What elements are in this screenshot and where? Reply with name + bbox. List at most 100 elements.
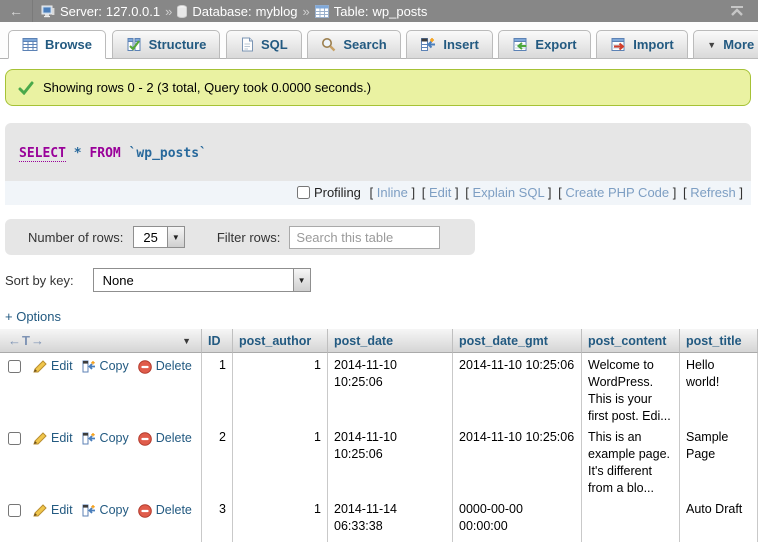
row-checkbox[interactable] <box>8 504 21 517</box>
breadcrumb-database[interactable]: Database: myblog <box>192 4 297 19</box>
cell-post-date-gmt: 2014-11-10 10:25:06 <box>453 425 582 497</box>
cell-post-date: 2014-11-14 06:33:38 <box>328 497 453 542</box>
profiling-label: Profiling <box>314 185 361 200</box>
breadcrumb-table[interactable]: Table: wp_posts <box>334 4 428 19</box>
tab-insert[interactable]: Insert <box>406 30 492 59</box>
cell-post-title: Hello world! <box>680 353 758 425</box>
cell-id: 3 <box>202 497 233 542</box>
back-arrow-icon[interactable]: ← <box>0 0 33 22</box>
copy-row-link[interactable]: Copy <box>82 502 129 519</box>
filter-rows-input[interactable] <box>289 226 440 249</box>
edit-row-link[interactable]: Edit <box>33 358 73 375</box>
cell-post-date-gmt: 0000-00-00 00:00:00 <box>453 497 582 542</box>
num-rows-select[interactable]: 25 ▼ <box>133 226 184 248</box>
insert-icon <box>420 37 436 52</box>
cell-post-author: 1 <box>233 353 328 425</box>
cell-post-date: 2014-11-10 10:25:06 <box>328 425 453 497</box>
cell-post-content: This is an example page. It's different … <box>582 425 680 497</box>
action-column-header: ←T→ ▼ <box>0 329 202 353</box>
delete-icon <box>138 432 152 446</box>
transpose-widget-icon[interactable]: ←T→ <box>8 333 45 348</box>
explain-sql-link[interactable]: Explain SQL <box>472 185 544 200</box>
query-actions-bar: Profiling Inline Edit Explain SQL Create… <box>5 181 751 205</box>
pencil-icon <box>33 432 47 445</box>
pencil-icon <box>33 504 47 517</box>
edit-query-link[interactable]: Edit <box>429 185 451 200</box>
create-php-code-link[interactable]: Create PHP Code <box>565 185 669 200</box>
status-text: Showing rows 0 - 2 (3 total, Query took … <box>43 80 371 95</box>
column-header-post-content[interactable]: post_content <box>582 329 680 353</box>
column-header-post-date[interactable]: post_date <box>328 329 453 353</box>
cell-post-date-gmt: 2014-11-10 10:25:06 <box>453 353 582 425</box>
sql-table-identifier: `wp_posts` <box>129 146 207 161</box>
tab-bar: Browse Structure SQL Search Insert Expor… <box>0 22 758 59</box>
tab-more[interactable]: ▼ More <box>693 30 758 59</box>
tab-browse[interactable]: Browse <box>8 30 106 59</box>
inline-link[interactable]: Inline <box>377 185 408 200</box>
cell-post-title: Auto Draft <box>680 497 758 542</box>
row-actions: Edit Copy Delete <box>0 497 202 542</box>
copy-row-link[interactable]: Copy <box>82 430 129 447</box>
copy-icon <box>82 504 96 517</box>
filter-rows-label: Filter rows: <box>217 230 281 245</box>
status-message: Showing rows 0 - 2 (3 total, Query took … <box>5 69 751 106</box>
tab-export[interactable]: Export <box>498 30 590 59</box>
row-actions: Edit Copy Delete <box>0 425 202 497</box>
delete-row-link[interactable]: Delete <box>138 502 192 519</box>
results-controls-bar: Number of rows: 25 ▼ Filter rows: <box>5 219 475 255</box>
inline-link-wrap: Inline <box>370 185 416 200</box>
column-header-post-title[interactable]: post_title <box>680 329 758 353</box>
phpmyadmin-window: ← Server: 127.0.0.1 » Database: myblog » <box>0 0 758 542</box>
chevron-down-icon: ▼ <box>293 269 310 291</box>
search-icon <box>321 37 336 52</box>
pencil-icon <box>33 360 47 373</box>
edit-row-link[interactable]: Edit <box>33 430 73 447</box>
copy-icon <box>82 360 96 373</box>
num-rows-label: Number of rows: <box>28 230 123 245</box>
tab-sql[interactable]: SQL <box>226 30 302 59</box>
sort-by-key-label: Sort by key: <box>5 273 74 288</box>
copy-row-link[interactable]: Copy <box>82 358 129 375</box>
cell-post-content <box>582 497 680 542</box>
edit-row-link[interactable]: Edit <box>33 502 73 519</box>
explain-sql-link-wrap: Explain SQL <box>465 185 551 200</box>
sort-by-key-select[interactable]: None ▼ <box>93 268 311 292</box>
options-toggle-link[interactable]: + Options <box>5 309 61 324</box>
tab-search[interactable]: Search <box>307 30 400 59</box>
column-header-post-date-gmt[interactable]: post_date_gmt <box>453 329 582 353</box>
edit-query-link-wrap: Edit <box>422 185 459 200</box>
copy-icon <box>82 432 96 445</box>
tab-structure[interactable]: Structure <box>112 30 221 59</box>
structure-icon <box>126 37 142 52</box>
database-icon <box>177 5 187 18</box>
sql-icon <box>240 37 254 52</box>
cell-post-date: 2014-11-10 10:25:06 <box>328 353 453 425</box>
row-checkbox[interactable] <box>8 432 21 445</box>
tab-import[interactable]: Import <box>596 30 687 59</box>
delete-row-link[interactable]: Delete <box>138 358 192 375</box>
column-header-post-author[interactable]: post_author <box>233 329 328 353</box>
export-icon <box>512 37 528 52</box>
server-icon <box>41 5 55 18</box>
cell-post-content: Welcome to WordPress. This is your first… <box>582 353 680 425</box>
collapse-panel-icon[interactable] <box>722 5 752 17</box>
breadcrumb-server[interactable]: Server: 127.0.0.1 <box>60 4 160 19</box>
cell-post-author: 1 <box>233 497 328 542</box>
import-icon <box>610 37 626 52</box>
refresh-link[interactable]: Refresh <box>690 185 736 200</box>
table-icon <box>315 5 329 18</box>
row-checkbox[interactable] <box>8 360 21 373</box>
delete-icon <box>138 504 152 518</box>
cell-id: 2 <box>202 425 233 497</box>
column-header-id[interactable]: ID <box>202 329 233 353</box>
sql-query-text: SELECT * FROM `wp_posts` <box>5 123 751 181</box>
breadcrumb: ← Server: 127.0.0.1 » Database: myblog » <box>0 0 758 22</box>
chevron-down-icon: ▼ <box>167 227 184 247</box>
delete-row-link[interactable]: Delete <box>138 430 192 447</box>
chevron-down-icon[interactable]: ▼ <box>182 336 191 346</box>
breadcrumb-separator: » <box>303 4 310 19</box>
profiling-checkbox[interactable] <box>297 186 310 199</box>
sort-by-key-row: Sort by key: None ▼ <box>5 268 758 292</box>
sql-query-box: SELECT * FROM `wp_posts` Profiling Inlin… <box>5 123 751 205</box>
sql-keyword: SELECT <box>19 146 66 162</box>
